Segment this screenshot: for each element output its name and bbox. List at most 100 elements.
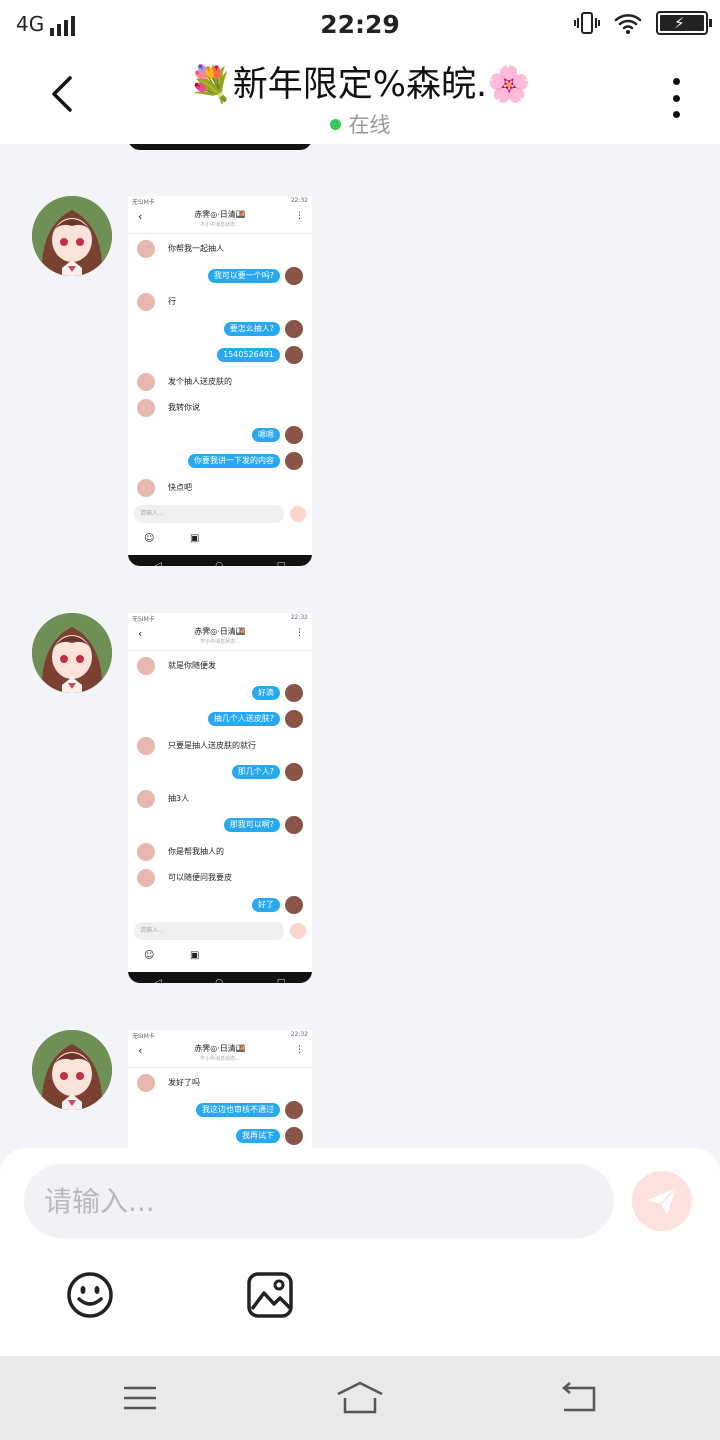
mini-composer: 请输入... xyxy=(128,918,312,942)
mini-emoji-icon: ☺ xyxy=(144,950,155,961)
mini-status-bar: 无SIM卡 22:32 xyxy=(128,196,312,206)
avatar-portrait-icon xyxy=(32,1030,112,1110)
mini-message-bubble: 我这边也审核不通过 xyxy=(196,1102,280,1117)
mini-avatar xyxy=(284,451,304,471)
mini-avatar xyxy=(136,239,156,259)
mini-tools: ☺ ▣ xyxy=(128,942,312,972)
mini-avatar xyxy=(284,894,304,915)
chat-title-block: 💐新年限定%森皖.🌸 在线 xyxy=(0,56,720,139)
image-icon[interactable] xyxy=(246,1271,294,1319)
mini-subtitle: 不小中消息状态... xyxy=(200,1056,240,1062)
mini-message-row: 好滴 xyxy=(128,678,312,705)
screenshot-image[interactable]: 无SIM卡 22:32 ‹ 赤霁◎·日清🍱 不小中消息状态... ⋮ 你帮我一起抽人 我可以要… xyxy=(128,196,312,566)
mini-avatar xyxy=(284,345,304,365)
mini-message-bubble: 1540526491 xyxy=(217,348,280,362)
mini-more-icon: ⋮ xyxy=(295,1045,304,1055)
mini-avatar xyxy=(284,424,304,445)
mini-send-icon xyxy=(290,506,306,522)
mini-avatar xyxy=(136,841,156,862)
mini-avatar xyxy=(136,656,156,676)
mini-message-bubble: 只要是抽人送皮肤的就行 xyxy=(162,738,262,753)
mini-message-bubble: 快点吧 xyxy=(162,480,198,495)
mini-message-bubble: 我再试下 xyxy=(236,1129,280,1143)
mini-message-bubble: 你是帮我抽人的 xyxy=(162,844,230,859)
mini-avatar xyxy=(284,762,304,782)
mini-back-nav-icon: ◁ xyxy=(154,978,162,983)
composer xyxy=(0,1148,720,1356)
screenshot-image[interactable]: 无SIM卡 22:32 ‹ 赤霁◎·日清🍱 不小中消息状态... ⋮ 就是你随便发好滴抽几个… xyxy=(128,613,312,983)
mini-status-left: 无SIM卡 xyxy=(132,199,155,206)
mini-avatar xyxy=(136,371,156,392)
mini-avatar xyxy=(136,477,156,498)
mini-message-row: 你帮我一起抽人 xyxy=(128,234,312,261)
mini-avatar xyxy=(136,1073,156,1093)
home-icon[interactable] xyxy=(336,1378,384,1418)
mini-message-row: 你要我讲一下发的内容 xyxy=(128,446,312,473)
menu-icon[interactable] xyxy=(118,1378,162,1418)
mini-message-bubble: 那我可以啊? xyxy=(223,818,280,832)
mini-avatar xyxy=(284,1099,304,1120)
chat-header: 💐新年限定%森皖.🌸 在线 xyxy=(0,50,720,144)
mini-message-bubble: 好了 xyxy=(252,897,280,912)
mini-message-bubble: 你要我讲一下发的内容 xyxy=(188,454,280,468)
more-vertical-icon[interactable] xyxy=(664,78,688,118)
mini-status-bar: 无SIM卡 22:32 xyxy=(128,613,312,623)
mini-message-row: 我转你说 xyxy=(128,393,312,420)
mini-message-row: 发个抽人送皮肤的 xyxy=(128,367,312,394)
mini-message-bubble: 那几个人? xyxy=(231,765,280,779)
emoji-icon[interactable] xyxy=(66,1271,114,1319)
mini-message-row: 要怎么抽人? xyxy=(128,314,312,341)
mini-message-row: 我可以要一个吗? xyxy=(128,261,312,288)
mini-avatar xyxy=(284,709,304,729)
mini-message-bubble: 我转你说 xyxy=(162,401,206,415)
mini-subtitle: 不小中消息状态... xyxy=(200,222,240,228)
mini-message-row: 你是帮我抽人的 xyxy=(128,837,312,864)
mini-back-nav-icon: ◁ xyxy=(154,561,162,566)
mini-title: 赤霁◎·日清🍱 xyxy=(194,210,246,219)
mini-status-left: 无SIM卡 xyxy=(132,616,155,623)
avatar[interactable] xyxy=(32,613,112,693)
mini-message-row: 那几个人? xyxy=(128,757,312,784)
mini-input-placeholder: 请输入... xyxy=(134,505,284,523)
mini-message-row: 好了 xyxy=(128,890,312,917)
mini-message-row: 那我可以啊? xyxy=(128,810,312,837)
avatar[interactable] xyxy=(32,1030,112,1110)
mini-image-icon: ▣ xyxy=(190,950,200,961)
mini-message-bubble: 你帮我一起抽人 xyxy=(162,242,230,256)
mini-message-list: 发好了吗 我这边也审核不通过 我再试下 xyxy=(128,1068,312,1148)
mini-message-bubble: 嗯嗯 xyxy=(252,427,280,442)
mini-avatar xyxy=(136,292,156,312)
mini-message-row: 只要是抽人送皮肤的就行 xyxy=(128,731,312,758)
avatar[interactable] xyxy=(32,196,112,276)
mini-image-icon: ▣ xyxy=(190,533,200,544)
mini-status-left: 无SIM卡 xyxy=(132,1033,155,1040)
mini-title: 赤霁◎·日清🍱 xyxy=(194,627,246,636)
mini-message-bubble: 抽几个人送皮肤? xyxy=(207,712,280,726)
mini-message-bubble: 发个抽人送皮肤的 xyxy=(162,374,238,389)
send-button[interactable] xyxy=(632,1171,692,1231)
system-nav-bar xyxy=(0,1356,720,1440)
mini-message-row: 可以随便问我要皮 xyxy=(128,863,312,890)
mini-chat-header: ‹ 赤霁◎·日清🍱 不小中消息状态... ⋮ xyxy=(128,623,312,651)
mini-message-row: 抽几个人送皮肤? xyxy=(128,704,312,731)
message-list[interactable]: 无SIM卡 22:32 ‹ 赤霁◎·日清🍱 不小中消息状态... ⋮ 你帮我一起抽人我可以要… xyxy=(0,144,720,1148)
back-icon[interactable] xyxy=(556,1378,600,1418)
mini-avatar xyxy=(284,815,304,835)
mini-message-bubble: 就是你随便发 xyxy=(162,659,222,673)
avatar-portrait-icon xyxy=(32,613,112,693)
battery-charging-icon: ⚡ xyxy=(656,11,712,35)
mini-message-row: 我再试下 xyxy=(128,1121,312,1148)
mini-message-bubble: 好滴 xyxy=(252,685,280,700)
mini-clock: 22:32 xyxy=(290,614,308,621)
mini-message-bubble: 我可以要一个吗? xyxy=(207,268,280,283)
message-input[interactable] xyxy=(24,1164,614,1238)
online-dot-icon xyxy=(329,118,341,130)
mini-message-list: 你帮我一起抽人 我可以要一个吗? 行要怎么抽人? 1540526491 发个抽人送皮肤的… xyxy=(128,234,312,499)
screenshot-image[interactable]: 无SIM卡 22:32 ‹ 赤霁◎·日清🍱 不小中消息状态... ⋮ 发好了吗 我这边也审核不… xyxy=(128,1030,312,1148)
status-icons: ⚡ xyxy=(574,11,712,35)
mini-message-row: 快点吧 xyxy=(128,473,312,500)
send-icon xyxy=(648,1187,677,1215)
mini-message-row: 1540526491 xyxy=(128,340,312,367)
mini-message-bubble: 抽3人 xyxy=(162,791,196,806)
mini-recent-nav-icon: □ xyxy=(276,561,286,566)
